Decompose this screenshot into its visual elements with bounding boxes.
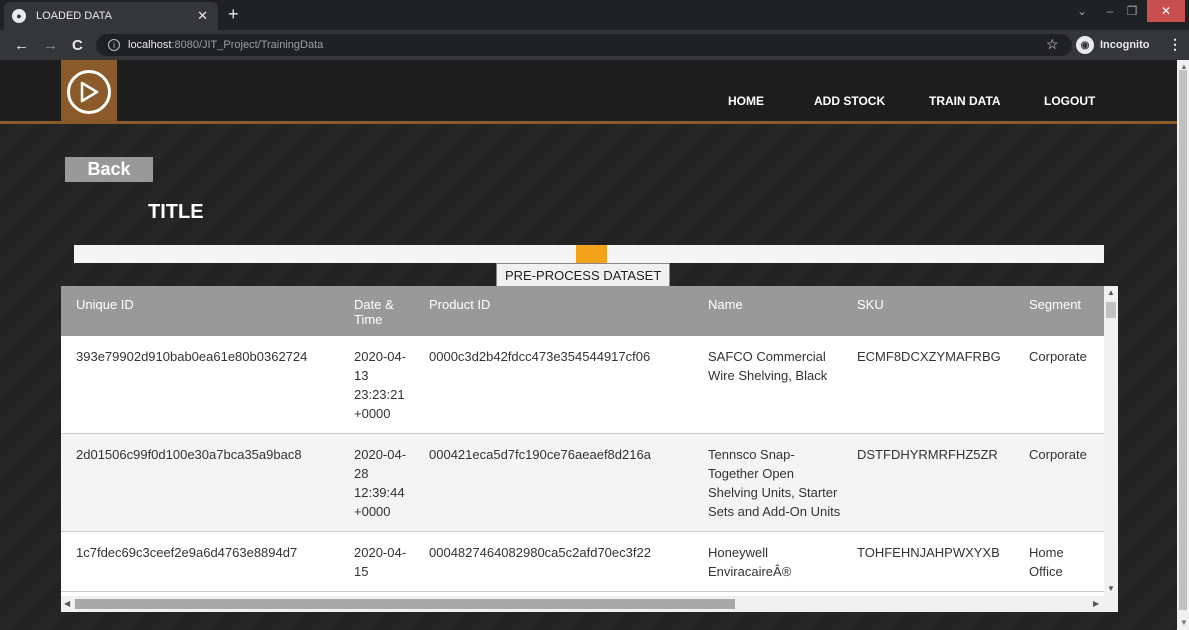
cell-unique-id: 1c7fdec69c3ceef2e9a6d4763e8894d7 [76, 545, 298, 560]
column-header-segment[interactable]: Segment [1023, 286, 1104, 336]
browser-toolbar: ← → C i localhost :8080/JIT_Project/Trai… [0, 30, 1189, 60]
info-icon[interactable]: i [108, 39, 120, 51]
cell-name: SAFCO Commercial Wire Shelving, Black [708, 349, 828, 383]
minimize-icon[interactable]: – [1100, 0, 1120, 22]
url-host: localhost [128, 39, 172, 51]
forward-arrow-icon[interactable]: → [43, 37, 58, 54]
data-table: Unique ID Date & Time Product ID Name SK… [61, 286, 1104, 592]
page-scroll-down-icon[interactable]: ▼ [1180, 618, 1188, 627]
cell-segment: Corporate [1029, 447, 1087, 462]
cell-sku: TOHFEHNJAHPWXYXB [857, 545, 1000, 560]
table-vertical-scrollbar[interactable]: ▲ ▼ [1104, 286, 1118, 596]
page-title: TITLE [148, 201, 204, 223]
reload-icon[interactable]: C [72, 37, 83, 54]
nav-train-data[interactable]: TRAIN DATA [929, 94, 1001, 108]
close-tab-icon[interactable]: ✕ [197, 8, 208, 24]
cell-segment: Corporate [1029, 349, 1087, 364]
nav-add-stock[interactable]: ADD STOCK [814, 94, 885, 108]
page-viewport: HOME ADD STOCK TRAIN DATA LOGOUT Back TI… [0, 60, 1177, 630]
cell-name: Honeywell EnviracaireÂ® [708, 545, 792, 579]
scroll-down-icon[interactable]: ▼ [1107, 584, 1115, 593]
cell-unique-id: 393e79902d910bab0ea61e80b0362724 [76, 349, 308, 364]
table-row: 1c7fdec69c3ceef2e9a6d4763e8894d7 2020-04… [61, 531, 1104, 592]
column-header-unique-id[interactable]: Unique ID [61, 286, 348, 336]
cell-product-id: 0004827464082980ca5c2afd70ec3f22 [429, 545, 651, 560]
play-icon [67, 70, 111, 114]
site-header: HOME ADD STOCK TRAIN DATA LOGOUT [0, 60, 1177, 124]
table-row: 2d01506c99f0d100e30a7bca35a9bac8 2020-04… [61, 433, 1104, 532]
new-tab-icon[interactable]: + [228, 4, 239, 24]
data-table-container[interactable]: Unique ID Date & Time Product ID Name SK… [61, 286, 1118, 612]
bookmark-star-icon[interactable]: ☆ [1046, 36, 1059, 53]
url-path: :8080/JIT_Project/TrainingData [171, 39, 324, 51]
maximize-icon[interactable]: ❐ [1122, 0, 1142, 22]
progress-bar-fill [576, 245, 607, 263]
incognito-label: Incognito [1100, 39, 1150, 51]
browser-tabstrip: ● LOADED DATA ✕ + ⌄ – ❐ ✕ [0, 0, 1189, 30]
progress-bar [74, 245, 1104, 263]
address-bar[interactable]: i localhost :8080/JIT_Project/TrainingDa… [96, 34, 1072, 56]
scroll-right-icon[interactable]: ▶ [1093, 599, 1099, 608]
globe-icon: ● [12, 9, 26, 23]
cell-sku: DSTFDHYRMRFHZ5ZR [857, 447, 998, 462]
column-header-product-id[interactable]: Product ID [423, 286, 702, 336]
cell-date: 2020-04-28 12:39:44 +0000 [354, 447, 407, 519]
nav-home[interactable]: HOME [728, 94, 764, 108]
column-header-date-time[interactable]: Date & Time [348, 286, 423, 336]
browser-tab[interactable]: ● LOADED DATA ✕ [4, 2, 218, 30]
kebab-menu-icon[interactable]: ⋮ [1168, 36, 1182, 53]
column-header-sku[interactable]: SKU [851, 286, 1023, 336]
back-button[interactable]: Back [65, 157, 153, 182]
incognito-indicator[interactable]: ◉ Incognito [1076, 35, 1150, 55]
table-header-row: Unique ID Date & Time Product ID Name SK… [61, 286, 1104, 336]
nav-logout[interactable]: LOGOUT [1044, 94, 1095, 108]
scroll-left-icon[interactable]: ◀ [64, 599, 70, 608]
window-close-icon[interactable]: ✕ [1147, 0, 1185, 22]
page-vertical-scrollbar[interactable]: ▲ ▼ [1177, 60, 1189, 630]
chevron-down-icon[interactable]: ⌄ [1072, 0, 1092, 22]
table-horizontal-scroll-thumb[interactable] [75, 599, 735, 609]
cell-name: Tennsco Snap-Together Open Shelving Unit… [708, 447, 841, 519]
table-row: 393e79902d910bab0ea61e80b0362724 2020-04… [61, 336, 1104, 434]
cell-segment: Home Office [1029, 545, 1064, 579]
back-arrow-icon[interactable]: ← [14, 37, 29, 54]
incognito-icon: ◉ [1076, 36, 1094, 54]
scroll-up-icon[interactable]: ▲ [1107, 288, 1115, 297]
tab-title: LOADED DATA [36, 10, 112, 22]
cell-date: 2020-04-13 23:23:21 +0000 [354, 349, 407, 421]
cell-product-id: 000421eca5d7fc190ce76aeaef8d216a [429, 447, 651, 462]
table-horizontal-scrollbar[interactable]: ◀ ▶ [61, 596, 1118, 612]
page-vertical-scroll-thumb[interactable] [1179, 70, 1187, 610]
logo[interactable] [61, 60, 117, 124]
cell-date: 2020-04-15 [354, 545, 407, 579]
cell-sku: ECMF8DCXZYMAFRBG [857, 349, 1001, 364]
table-vertical-scroll-thumb[interactable] [1106, 302, 1116, 318]
preprocess-dataset-button[interactable]: PRE-PROCESS DATASET [496, 263, 671, 287]
cell-product-id: 0000c3d2b42fdcc473e354544917cf06 [429, 349, 651, 364]
column-header-name[interactable]: Name [702, 286, 851, 336]
cell-unique-id: 2d01506c99f0d100e30a7bca35a9bac8 [76, 447, 302, 462]
